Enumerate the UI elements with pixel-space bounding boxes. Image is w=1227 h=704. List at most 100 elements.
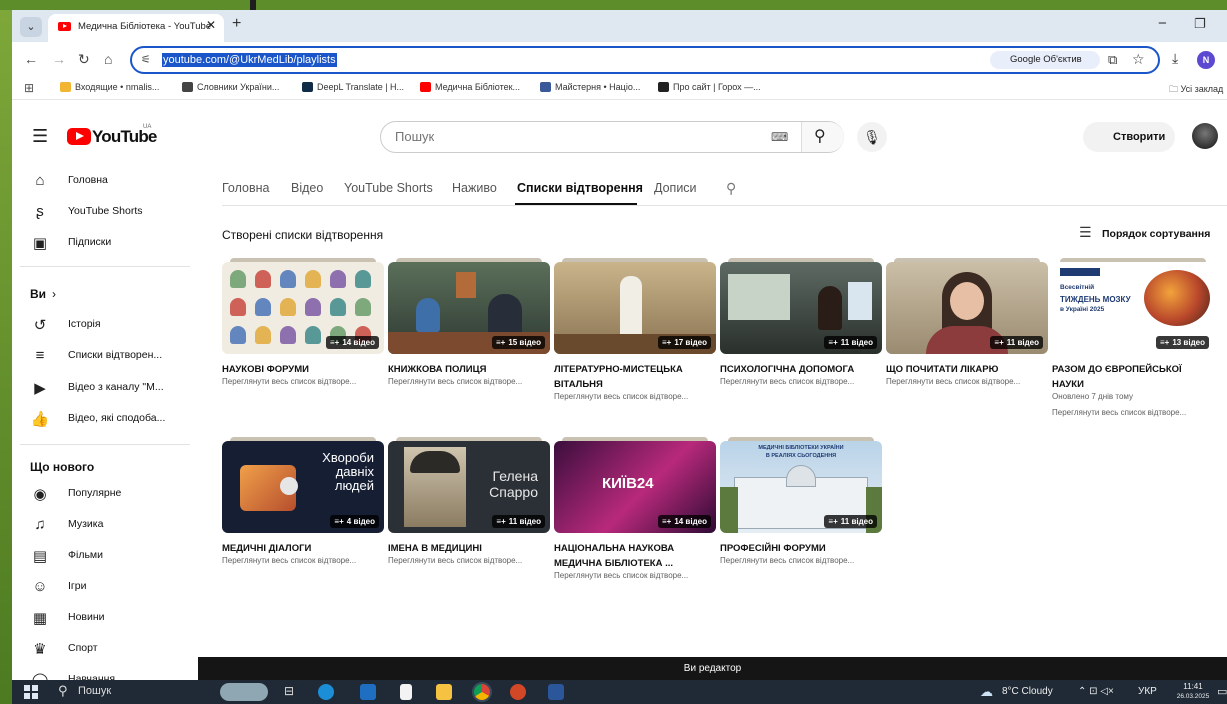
sidebar-item[interactable]: ▶ Відео з каналу "М... [12,373,192,404]
word-icon[interactable] [548,684,564,700]
google-lens-button[interactable]: Google Об'єктив [990,51,1100,69]
playlist-title[interactable]: НАЦІОНАЛЬНА НАУКОВА МЕДИЧНА БІБЛІОТЕКА .… [554,541,716,571]
create-button[interactable]: Створити [1083,122,1175,152]
bookmark-item[interactable]: Словники України... [182,82,279,92]
playlist-thumbnail[interactable]: ≡+ 14 відео [222,262,384,354]
sidebar-item[interactable]: ◉ Популярне [12,479,192,510]
outlook-icon[interactable] [360,684,376,700]
sidebar-you-header[interactable]: Ви › [30,287,56,301]
playlist-card[interactable]: КИЇВ24 ≡+ 14 відео НАЦІОНАЛЬНА НАУКОВА МЕДИ… [554,437,716,607]
clock[interactable]: 11:41 26.03.2025 [1174,682,1212,702]
playlist-title[interactable]: ІМЕНА В МЕДИЦИНІ [388,541,550,556]
channel-tab[interactable]: Головна [222,181,270,195]
playlist-card[interactable]: ≡+ 15 відео КНИЖКОВА ПОЛИЦЯ Переглянути вес… [388,258,550,428]
sidebar-item[interactable]: ▣ Підписки [12,228,192,259]
edge-icon[interactable] [318,684,334,700]
language-indicator[interactable]: УКР [1138,686,1157,697]
view-full-playlist-link[interactable]: Переглянути весь список відтворе... [222,377,384,386]
playlist-title[interactable]: НАУКОВІ ФОРУМИ [222,362,384,377]
playlist-card[interactable]: Хвороби давніх людей ≡+ 4 відео МЕДИЧНІ ДІАЛО… [222,437,384,607]
search-input[interactable] [395,129,755,144]
playlist-thumbnail[interactable]: Хвороби давніх людей ≡+ 4 відео [222,441,384,533]
tab-search-button[interactable]: ⌄ [20,17,42,37]
youtube-logo-icon[interactable] [67,128,91,145]
bookmark-star-icon[interactable]: ☆ [1132,51,1145,68]
sidebar-item[interactable]: ♛ Спорт [12,634,192,665]
window-minimize-button[interactable]: − [1158,15,1167,32]
playlist-thumbnail[interactable]: ≡+ 11 відео [886,262,1048,354]
new-tab-button[interactable]: + [232,15,241,33]
playlist-thumbnail[interactable]: Всесвітній ТИЖДЕНЬ МОЗКУ в Україні 2025 ≡+ 1… [1052,262,1214,354]
view-full-playlist-link[interactable]: Переглянути весь список відтворе... [554,571,716,580]
notification-icon[interactable]: ▭ [1217,685,1227,698]
view-full-playlist-link[interactable]: Переглянути весь список відтворе... [886,377,1048,386]
sidebar-item[interactable]: ≡ Списки відтворен... [12,341,192,372]
playlist-card[interactable]: Гелена Спарро ≡+ 11 відео ІМЕНА В МЕДИЦИНІ Пе… [388,437,550,607]
view-full-playlist-link[interactable]: Переглянути весь список відтворе... [1052,408,1214,417]
taskbar-search-icon[interactable]: ⚲ [58,683,68,699]
playlist-title[interactable]: РАЗОМ ДО ЄВРОПЕЙСЬКОЇ НАУКИ [1052,362,1214,392]
sort-icon[interactable]: ☰ [1079,224,1092,241]
voice-search-mic-icon[interactable]: 🎙 [857,122,887,152]
chrome-icon[interactable] [474,684,490,700]
sidebar-item[interactable]: ▤ Фільми [12,541,192,572]
playlist-card[interactable]: ≡+ 11 відео ЩО ПОЧИТАТИ ЛІКАРЮ Переглянути … [886,258,1048,428]
youtube-wordmark[interactable]: YouTube [92,127,157,147]
install-app-icon[interactable]: ⧉ [1108,52,1117,68]
playlist-thumbnail[interactable]: ≡+ 11 відео [720,262,882,354]
playlist-title[interactable]: МЕДИЧНІ ДІАЛОГИ [222,541,384,556]
taskbar-search-label[interactable]: Пошук [78,685,111,697]
bookmark-item[interactable]: Про сайт | Горох —... [658,82,761,92]
back-arrow-icon[interactable]: ← [24,51,38,67]
all-bookmarks-button[interactable]: 🗀 Усі заклад [1169,82,1223,98]
user-avatar[interactable] [1192,123,1218,149]
task-view-icon[interactable]: ⊟ [284,684,300,700]
sort-button[interactable]: Порядок сортування [1102,228,1210,240]
browser-tab-active[interactable]: Медична Бібліотека - YouTube ✕ [48,14,224,42]
download-icon[interactable]: ⤓ [1172,50,1178,67]
playlist-title[interactable]: ЩО ПОЧИТАТИ ЛІКАРЮ [886,362,1048,377]
url-text[interactable]: youtube.com/@UkrMedLib/playlists [162,53,337,67]
sidebar-item[interactable]: ☺ Ігри [12,572,192,603]
playlist-card[interactable]: ≡+ 17 відео ЛІТЕРАТУРНО-МИСТЕЦЬКА ВІТАЛЬНЯ… [554,258,716,428]
playlist-title[interactable]: КНИЖКОВА ПОЛИЦЯ [388,362,550,377]
sidebar-item[interactable]: ⌂ Головна [12,166,192,197]
view-full-playlist-link[interactable]: Переглянути весь список відтворе... [388,556,550,565]
playlist-title[interactable]: ЛІТЕРАТУРНО-МИСТЕЦЬКА ВІТАЛЬНЯ [554,362,716,392]
channel-tab[interactable]: Дописи [654,181,697,195]
playlist-title[interactable]: ПСИХОЛОГІЧНА ДОПОМОГА [720,362,882,377]
playlist-card[interactable]: МЕДИЧНІ БІБЛІОТЕКИ УКРАЇНИ В РЕАЛІЯХ СЬОГ… [720,437,882,607]
tab-close-icon[interactable]: ✕ [206,18,216,32]
playlist-thumbnail[interactable]: ≡+ 15 відео [388,262,550,354]
channel-tab[interactable]: Відео [291,181,323,195]
apps-grid-icon[interactable]: ⊞ [24,81,34,95]
sidebar-item[interactable]: ʂ YouTube Shorts [12,197,192,228]
reload-icon[interactable]: ↻ [78,51,90,68]
playlist-title[interactable]: ПРОФЕСІЙНІ ФОРУМИ [720,541,882,556]
tray-icons[interactable]: ⌃ ⊡ ◁× [1078,686,1114,697]
playlist-card[interactable]: ≡+ 14 відео НАУКОВІ ФОРУМИ Переглянути весь… [222,258,384,428]
file-explorer-icon[interactable] [436,684,452,700]
view-full-playlist-link[interactable]: Переглянути весь список відтворе... [554,392,716,401]
forward-arrow-icon[interactable]: → [52,51,66,67]
channel-tab[interactable]: Наживо [452,181,497,195]
taskbar-widget-icon[interactable] [220,683,268,701]
channel-tab[interactable]: Списки відтворення [517,181,643,195]
bookmark-item[interactable]: Майстерня • Націо... [540,82,640,92]
view-full-playlist-link[interactable]: Переглянути весь список відтворе... [720,556,882,565]
sidebar-item[interactable]: ◯ Навчання [12,665,192,680]
sidebar-item[interactable]: ♫ Музика [12,510,192,541]
powerpoint-icon[interactable] [510,684,526,700]
bookmark-item[interactable]: Медична Бібліотек... [420,82,520,92]
sidebar-item[interactable]: ↺ Історія [12,310,192,341]
search-button[interactable]: ⚲ [802,122,844,152]
profile-avatar[interactable]: N [1197,51,1215,69]
sidebar-item[interactable]: 👍 Відео, які сподоба... [12,404,192,435]
keyboard-icon[interactable]: ⌨ [771,130,788,144]
channel-search-icon[interactable]: ⚲ [726,180,736,197]
address-bar[interactable]: ⚟ youtube.com/@UkrMedLib/playlists ◉ Goo… [130,46,1160,74]
notepad-icon[interactable] [400,684,412,700]
windows-start-icon[interactable] [24,685,38,699]
view-full-playlist-link[interactable]: Переглянути весь список відтворе... [388,377,550,386]
channel-tab[interactable]: YouTube Shorts [344,181,433,195]
